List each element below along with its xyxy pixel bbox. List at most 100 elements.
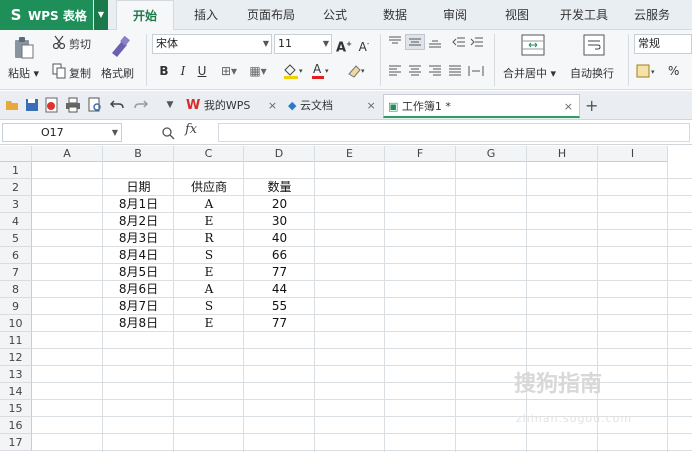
cell-d10[interactable]: 77 — [244, 315, 315, 332]
column-header-e[interactable]: E — [315, 146, 385, 162]
wrap-text-button[interactable]: 自动换行 — [570, 65, 614, 81]
row-header-11[interactable]: 11 — [0, 332, 32, 349]
cell-d9[interactable]: 55 — [244, 298, 315, 315]
name-box[interactable]: O17 ▼ — [2, 123, 122, 142]
wrap-text-icon[interactable] — [583, 34, 605, 56]
column-header-b[interactable]: B — [103, 146, 174, 162]
align-left-icon[interactable] — [388, 65, 402, 77]
cell-c7[interactable]: E — [174, 264, 244, 281]
column-header-c[interactable]: C — [174, 146, 244, 162]
new-tab-button[interactable]: + — [585, 94, 598, 118]
cell-c9[interactable]: S — [174, 298, 244, 315]
merge-center-button[interactable]: 合并居中 ▾ — [503, 65, 556, 81]
cell-d4[interactable]: 30 — [244, 213, 315, 230]
row-header-5[interactable]: 5 — [0, 230, 32, 247]
cell-c2[interactable]: 供应商 — [174, 179, 244, 196]
app-menu-button[interactable]: S WPS 表格 — [0, 0, 93, 30]
formula-input[interactable] — [218, 123, 690, 142]
format-painter-button[interactable]: 格式刷 — [101, 65, 134, 81]
copy-button[interactable]: 复制 — [69, 65, 91, 81]
align-center-icon[interactable] — [408, 65, 422, 77]
column-header-i[interactable]: I — [598, 146, 668, 162]
cut-button[interactable]: 剪切 — [69, 36, 91, 52]
row-header-14[interactable]: 14 — [0, 383, 32, 400]
indent-increase-icon[interactable] — [470, 36, 484, 48]
fx-button[interactable]: fx — [185, 122, 197, 137]
cell-d3[interactable]: 20 — [244, 196, 315, 213]
row-header-1[interactable]: 1 — [0, 162, 32, 179]
percent-button[interactable]: % — [668, 64, 679, 78]
decrease-font-icon[interactable]: A- — [356, 36, 372, 54]
row-header-10[interactable]: 10 — [0, 315, 32, 332]
indent-decrease-icon[interactable] — [452, 36, 466, 48]
close-icon[interactable]: × — [366, 99, 375, 112]
cell-style-icon[interactable]: ▦▾ — [246, 63, 270, 79]
cell-d5[interactable]: 40 — [244, 230, 315, 247]
cell-b9[interactable]: 8月7日 — [103, 298, 174, 315]
distributed-align-icon[interactable] — [468, 65, 484, 77]
paste-button[interactable]: 粘贴 ▾ — [8, 65, 39, 81]
row-header-4[interactable]: 4 — [0, 213, 32, 230]
customize-toolbar-caret-icon[interactable]: ▼ — [164, 100, 176, 110]
tab-developer[interactable]: 开发工具 — [552, 0, 616, 30]
cell-c5[interactable]: R — [174, 230, 244, 247]
doc-tab-cloud-docs[interactable]: ◆ 云文档 × — [288, 94, 376, 118]
spreadsheet-grid[interactable]: ABCDEFGHI 1 2 3 4 5 6 7 8 9 10 11 12 13 14 15 16 17 日期 供应… — [0, 146, 692, 452]
doc-tab-workbook[interactable]: ▣ 工作簿1 * × — [383, 94, 580, 118]
row-header-8[interactable]: 8 — [0, 281, 32, 298]
fill-color-icon[interactable]: ▾ — [282, 62, 306, 80]
row-header-12[interactable]: 12 — [0, 349, 32, 366]
row-header-16[interactable]: 16 — [0, 417, 32, 434]
paste-icon[interactable] — [12, 35, 36, 61]
align-middle-icon[interactable] — [405, 34, 425, 50]
close-icon[interactable]: × — [564, 95, 573, 119]
tab-insert[interactable]: 插入 — [180, 0, 232, 30]
column-header-g[interactable]: G — [456, 146, 527, 162]
row-header-3[interactable]: 3 — [0, 196, 32, 213]
column-header-h[interactable]: H — [527, 146, 598, 162]
bold-icon[interactable]: B — [156, 63, 172, 79]
row-header-6[interactable]: 6 — [0, 247, 32, 264]
row-header-15[interactable]: 15 — [0, 400, 32, 417]
number-format-select[interactable]: 常规 — [634, 34, 692, 54]
row-header-17[interactable]: 17 — [0, 434, 32, 451]
doc-tab-my-wps[interactable]: W 我的WPS × — [186, 94, 277, 118]
close-icon[interactable]: × — [268, 99, 277, 112]
cell-b8[interactable]: 8月6日 — [103, 281, 174, 298]
row-header-7[interactable]: 7 — [0, 264, 32, 281]
print-icon[interactable] — [65, 97, 81, 113]
tab-review[interactable]: 审阅 — [432, 0, 478, 30]
cell-b7[interactable]: 8月5日 — [103, 264, 174, 281]
tab-page-layout[interactable]: 页面布局 — [240, 0, 302, 30]
cell-b5[interactable]: 8月3日 — [103, 230, 174, 247]
font-color-icon[interactable]: A ▾ — [310, 62, 332, 80]
row-header-13[interactable]: 13 — [0, 366, 32, 383]
italic-icon[interactable]: I — [175, 63, 191, 79]
tab-formulas[interactable]: 公式 — [312, 0, 358, 30]
undo-icon[interactable] — [110, 98, 124, 112]
cell-b3[interactable]: 8月1日 — [103, 196, 174, 213]
merge-center-icon[interactable] — [521, 34, 545, 56]
column-header-f[interactable]: F — [385, 146, 456, 162]
clear-format-icon[interactable]: ▾ — [346, 62, 368, 80]
column-header-a[interactable]: A — [32, 146, 103, 162]
currency-format-icon[interactable]: ▾ — [636, 62, 660, 80]
cell-b2[interactable]: 日期 — [103, 179, 174, 196]
tab-home[interactable]: 开始 — [116, 0, 174, 31]
increase-font-icon[interactable]: A+ — [336, 36, 352, 55]
cell-d6[interactable]: 66 — [244, 247, 315, 264]
align-bottom-icon[interactable] — [428, 36, 442, 48]
redo-icon[interactable] — [134, 98, 148, 112]
cell-b10[interactable]: 8月8日 — [103, 315, 174, 332]
save-icon[interactable] — [25, 98, 39, 112]
tab-data[interactable]: 数据 — [372, 0, 418, 30]
font-size-select[interactable]: 11 ▼ — [274, 34, 332, 54]
select-all-corner[interactable] — [0, 146, 32, 162]
row-header-2[interactable]: 2 — [0, 179, 32, 196]
cell-b4[interactable]: 8月2日 — [103, 213, 174, 230]
border-icon[interactable]: ⊞▾ — [218, 63, 240, 79]
print-preview-icon[interactable] — [87, 97, 103, 113]
underline-icon[interactable]: U — [194, 63, 210, 79]
zoom-search-icon[interactable] — [160, 125, 176, 141]
font-name-select[interactable]: 宋体 ▼ — [152, 34, 272, 54]
